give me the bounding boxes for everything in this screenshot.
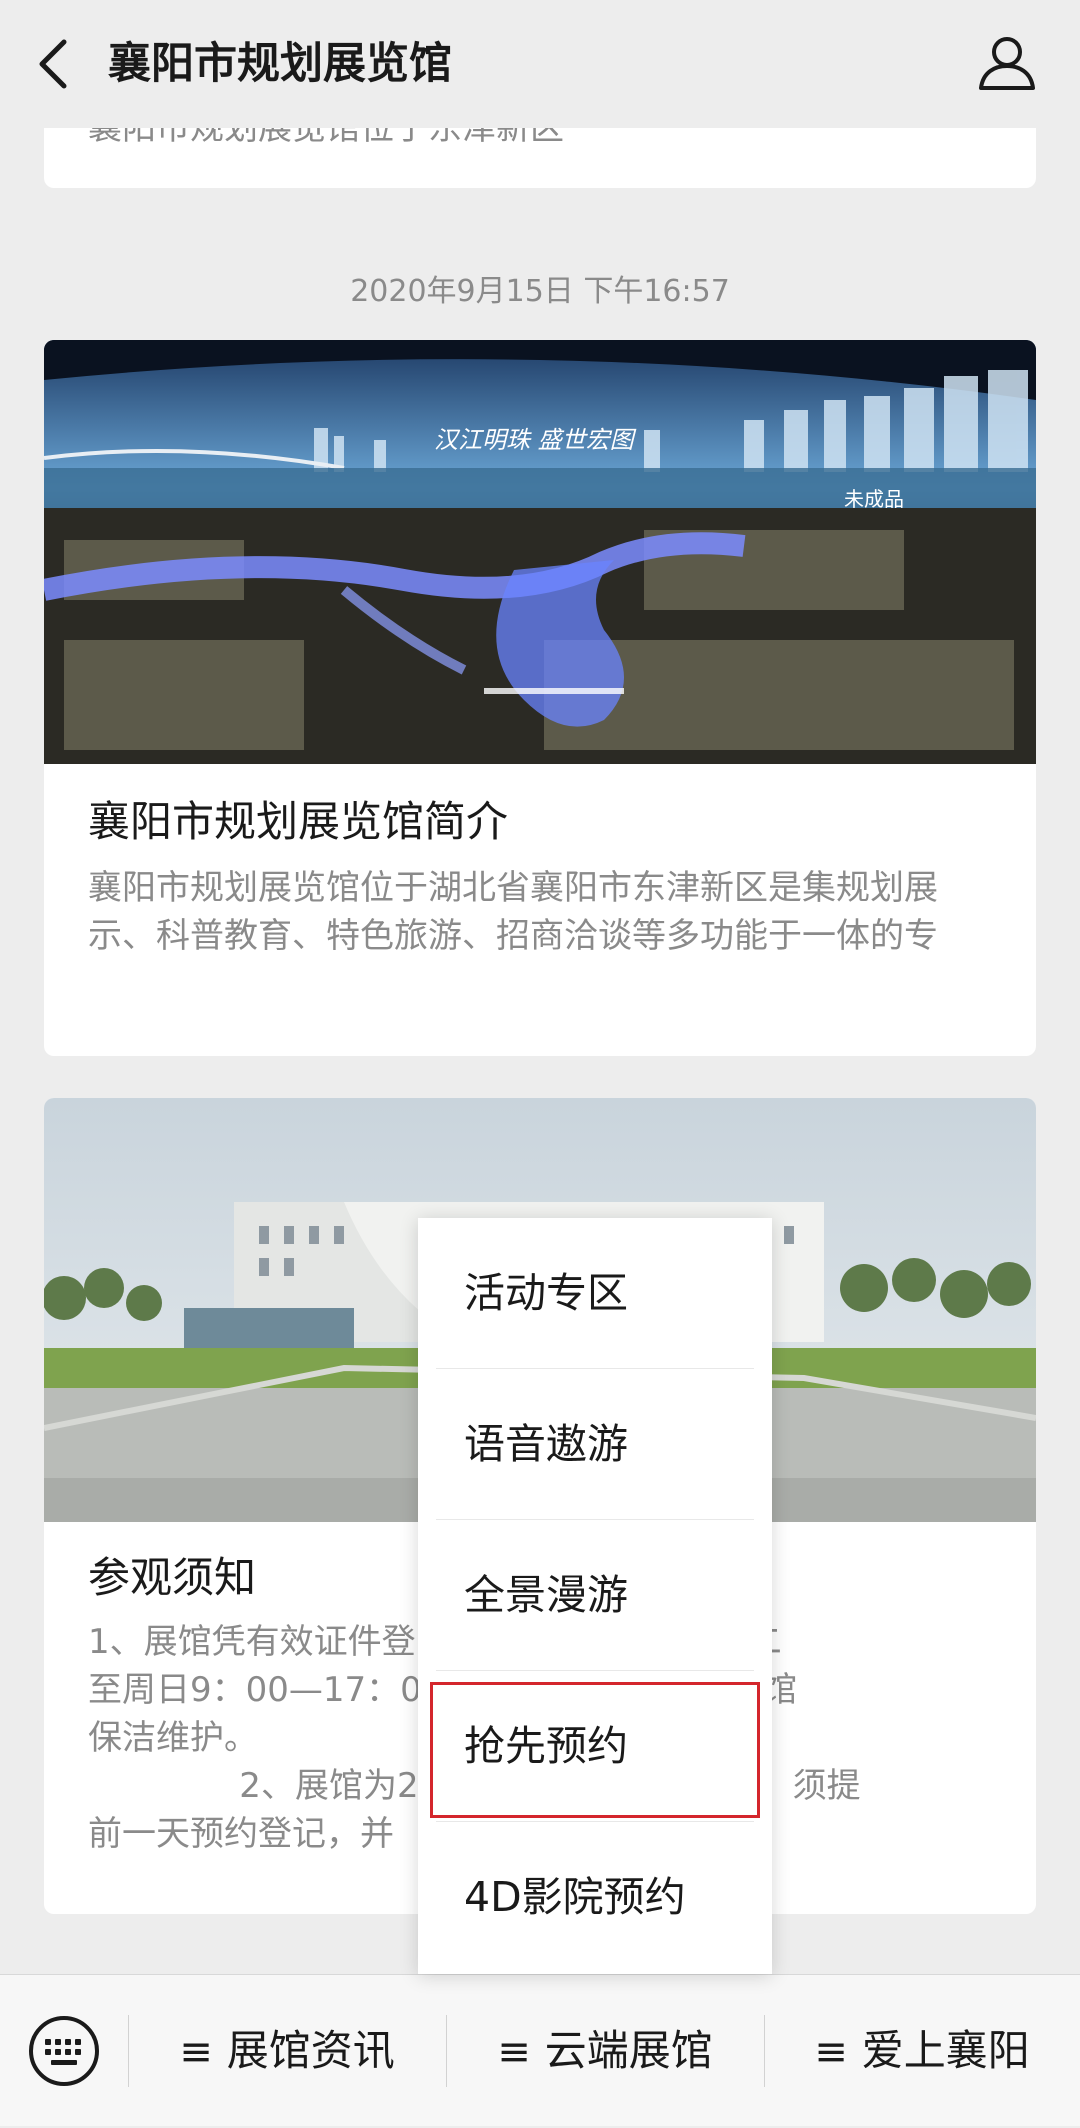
popup-submenu: 活动专区 语音遨游 全景漫游 抢先预约 4D影院预约: [418, 1218, 772, 1974]
exhibition-hall-image: 汉江明珠 盛世宏图 未成品: [44, 340, 1036, 764]
menu-item-advance-booking[interactable]: 抢先预约: [418, 1671, 772, 1821]
article-description: 襄阳市规划展览馆位于湖北省襄阳市东津新区是集规划展示、科普教育、特色旅游、招商洽…: [88, 868, 938, 956]
tab-label: 云端展馆: [544, 2026, 713, 2075]
person-icon[interactable]: [975, 30, 1039, 94]
tab-hall-news[interactable]: ≡ 展馆资讯: [128, 1975, 446, 2126]
menu-lines-icon: ≡: [497, 2029, 531, 2075]
navigation-bar: 襄阳市规划展览馆: [0, 0, 1080, 128]
article-title: 襄阳市规划展览馆简介: [88, 797, 509, 846]
tab-label: 爱上襄阳: [861, 2026, 1030, 2075]
image-watermark: 未成品: [844, 488, 904, 511]
menu-lines-icon: ≡: [179, 2029, 213, 2075]
menu-item-audio-tour[interactable]: 语音遨游: [418, 1369, 772, 1519]
bottom-menu-bar: ≡ 展馆资讯 ≡ 云端展馆 ≡ 爱上襄阳: [0, 1974, 1080, 2126]
menu-item-panorama-tour[interactable]: 全景漫游: [418, 1520, 772, 1670]
message-timestamp: 2020年9月15日 下午16:57: [350, 274, 730, 309]
image-overlay-slogan: 汉江明珠 盛世宏图: [434, 426, 637, 454]
menu-item-activity-zone[interactable]: 活动专区: [418, 1218, 772, 1368]
menu-item-4d-cinema-booking[interactable]: 4D影院预约: [418, 1822, 772, 1972]
tab-cloud-hall[interactable]: ≡ 云端展馆: [446, 1975, 764, 2126]
tab-label: 展馆资讯: [226, 2026, 395, 2075]
article-title: 参观须知: [88, 1553, 257, 1602]
tab-love-xiangyang[interactable]: ≡ 爱上襄阳: [764, 1975, 1080, 2126]
chevron-left-icon[interactable]: [30, 30, 78, 98]
page-title: 襄阳市规划展览馆: [108, 39, 452, 89]
menu-lines-icon: ≡: [814, 2029, 848, 2075]
keyboard-icon[interactable]: [28, 2015, 100, 2087]
article-card-intro[interactable]: 汉江明珠 盛世宏图 未成品 襄阳市规划展览馆简介 襄阳市规划展览馆位于湖北省襄阳…: [44, 340, 1036, 1056]
